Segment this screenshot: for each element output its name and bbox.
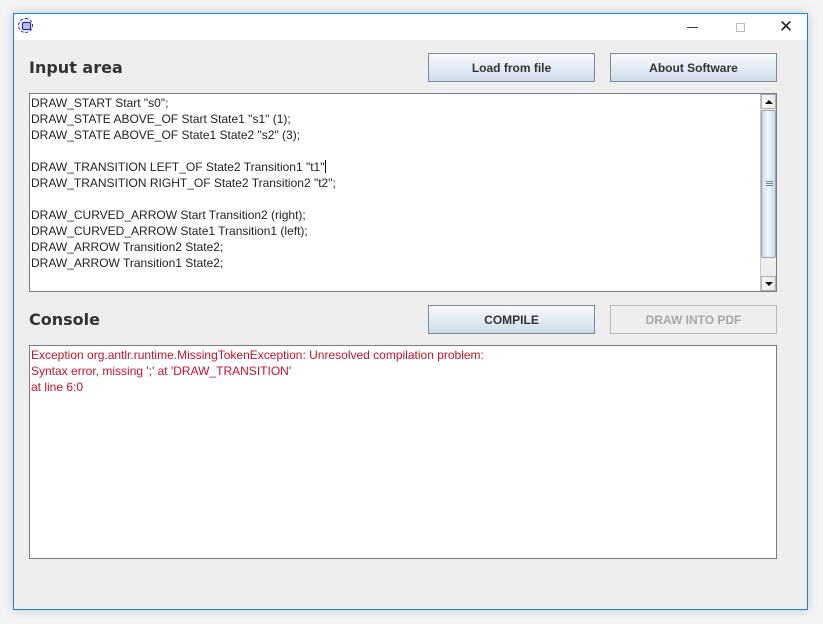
input-line <box>31 143 758 159</box>
input-line: DRAW_STATE ABOVE_OF State1 State2 "s2" (… <box>31 128 301 142</box>
input-line: DRAW_CURVED_ARROW Start Transition2 (rig… <box>31 208 306 222</box>
input-line: DRAW_CURVED_ARROW State1 Transition1 (le… <box>31 224 308 238</box>
input-line: DRAW_TRANSITION RIGHT_OF State2 Transiti… <box>31 176 336 190</box>
console-heading: Console <box>29 310 100 329</box>
scroll-down-button[interactable] <box>761 276 776 291</box>
title-bar[interactable]: ✕ <box>14 14 807 40</box>
input-line: DRAW_START Start "s0"; <box>31 96 169 110</box>
scroll-up-button[interactable] <box>761 94 776 109</box>
arrow-down-icon <box>764 281 773 286</box>
console-text: Exception org.antlr.runtime.MissingToken… <box>31 347 774 395</box>
input-line: DRAW_ARROW Transition2 State2; <box>31 240 224 254</box>
compile-button[interactable]: COMPILE <box>428 305 595 334</box>
text-caret <box>324 160 326 173</box>
input-textarea[interactable]: DRAW_START Start "s0"; DRAW_STATE ABOVE_O… <box>29 93 777 292</box>
scroll-thumb[interactable] <box>761 110 776 258</box>
minimize-button[interactable] <box>669 14 715 40</box>
input-scrollbar[interactable] <box>760 94 776 291</box>
close-icon: ✕ <box>778 16 794 37</box>
input-line: DRAW_STATE ABOVE_OF Start State1 "s1" (1… <box>31 112 291 126</box>
input-line <box>31 191 758 207</box>
console-line: Exception org.antlr.runtime.MissingToken… <box>31 348 484 362</box>
close-button[interactable]: ✕ <box>763 14 809 40</box>
minimize-icon <box>686 26 698 28</box>
console-line: Syntax error, missing ';' at 'DRAW_TRANS… <box>31 364 292 378</box>
maximize-button[interactable] <box>717 14 763 40</box>
maximize-icon <box>735 22 745 32</box>
console-output[interactable]: Exception org.antlr.runtime.MissingToken… <box>29 345 777 559</box>
about-software-button[interactable]: About Software <box>610 53 777 82</box>
java-app-icon <box>18 18 33 33</box>
arrow-up-icon <box>764 99 773 104</box>
app-window: ✕ Input area Load from file About Softwa… <box>13 13 808 610</box>
console-line: at line 6:0 <box>31 380 84 394</box>
grip-icon <box>766 181 773 186</box>
input-line: DRAW_TRANSITION LEFT_OF State2 Transitio… <box>31 160 326 174</box>
input-text[interactable]: DRAW_START Start "s0"; DRAW_STATE ABOVE_O… <box>31 95 758 291</box>
draw-into-pdf-button: DRAW INTO PDF <box>610 305 777 334</box>
input-area-heading: Input area <box>29 58 123 77</box>
input-line: DRAW_ARROW Transition1 State2; <box>31 256 224 270</box>
load-from-file-button[interactable]: Load from file <box>428 53 595 82</box>
